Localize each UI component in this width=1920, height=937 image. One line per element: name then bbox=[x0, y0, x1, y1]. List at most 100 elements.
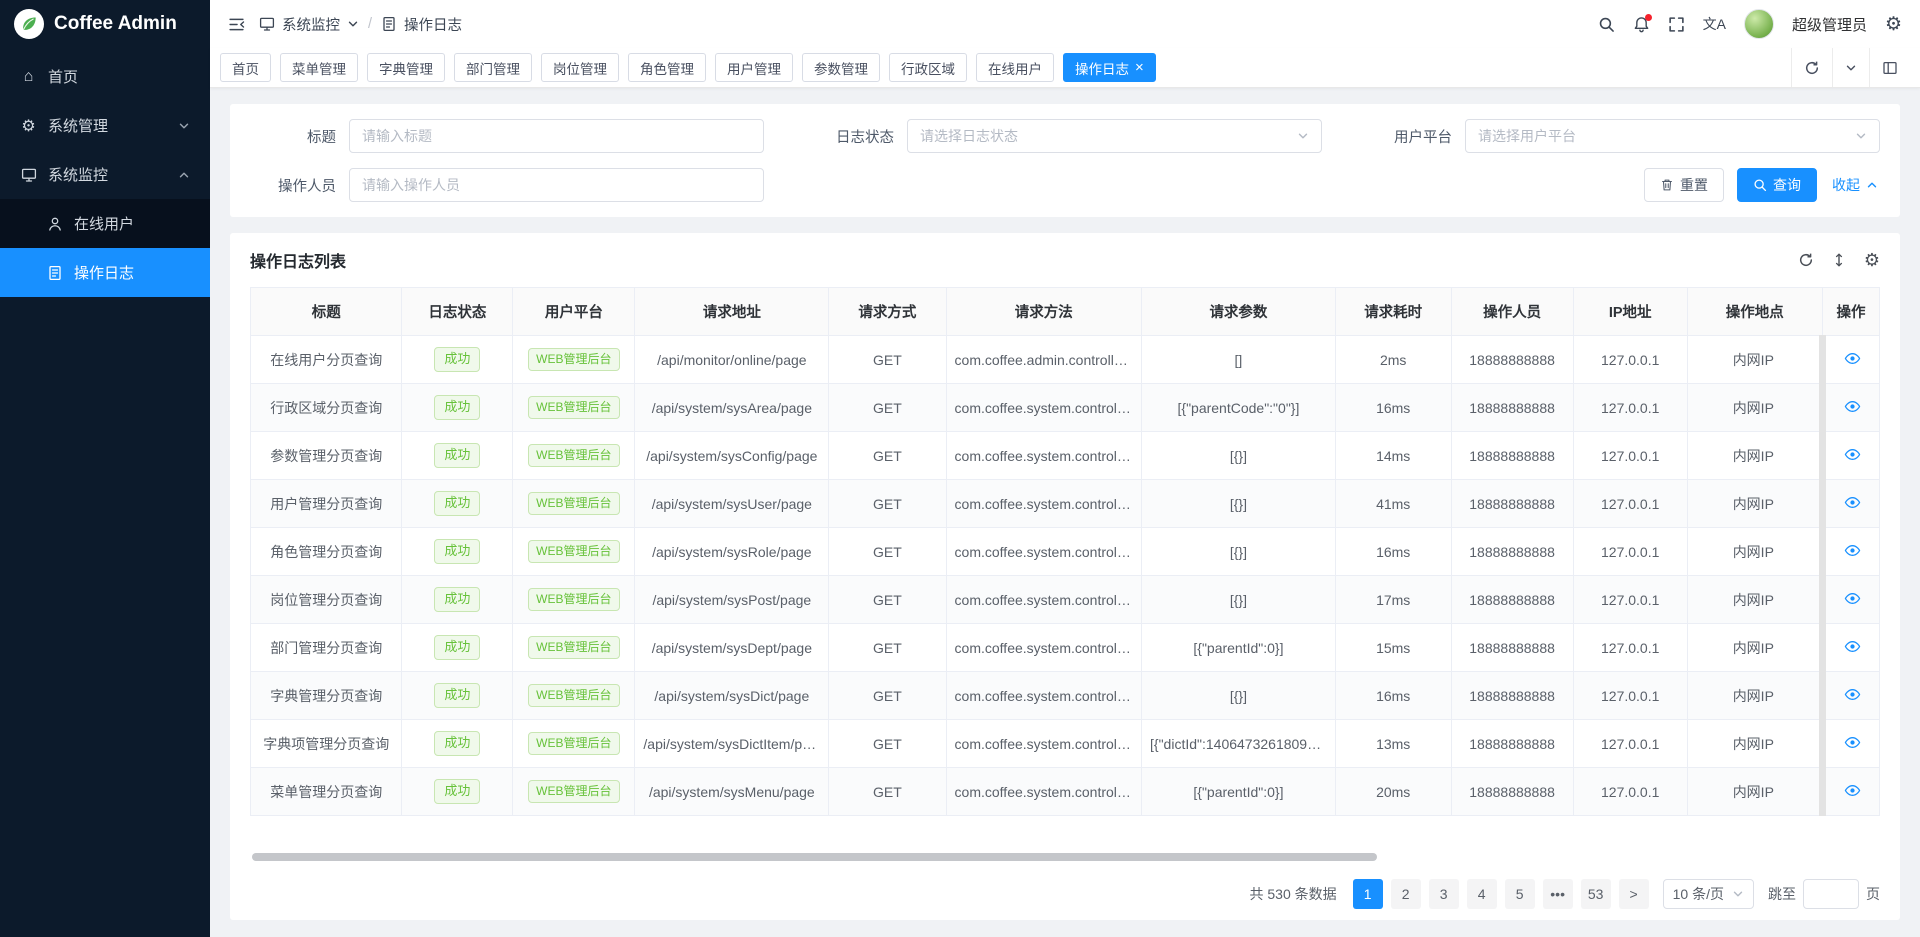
view-detail-icon[interactable] bbox=[1844, 350, 1861, 367]
operator-input[interactable] bbox=[362, 177, 751, 193]
cell-operator: 18888888888 bbox=[1451, 432, 1573, 480]
tab-4[interactable]: 部门管理 bbox=[454, 53, 532, 82]
cell-handler: com.coffee.system.controlle... bbox=[946, 672, 1141, 720]
cell-operator: 18888888888 bbox=[1451, 672, 1573, 720]
cell-title: 行政区域分页查询 bbox=[251, 384, 402, 432]
table-density-icon[interactable] bbox=[1831, 252, 1847, 268]
sidebar-item-operation-log[interactable]: 操作日志 bbox=[0, 248, 210, 297]
page-button-4[interactable]: 4 bbox=[1467, 879, 1497, 909]
tab-10[interactable]: 在线用户 bbox=[976, 53, 1054, 82]
breadcrumb: 系统监控 / 操作日志 bbox=[259, 14, 462, 35]
cell-method: GET bbox=[829, 432, 946, 480]
pagination-jump: 跳至 页 bbox=[1768, 879, 1880, 909]
view-detail-icon[interactable] bbox=[1844, 542, 1861, 559]
status-badge: 成功 bbox=[434, 635, 480, 660]
cell-status: 成功 bbox=[402, 336, 513, 384]
tab-8[interactable]: 参数管理 bbox=[802, 53, 880, 82]
platform-select-placeholder: 请选择用户平台 bbox=[1478, 126, 1576, 146]
page-button-53[interactable]: 53 bbox=[1581, 879, 1611, 909]
platform-select[interactable]: 请选择用户平台 bbox=[1465, 119, 1880, 153]
sidebar-item-system-monitor[interactable]: 系统监控 bbox=[0, 150, 210, 199]
view-detail-icon[interactable] bbox=[1844, 446, 1861, 463]
settings-gear-icon[interactable]: ⚙ bbox=[1885, 15, 1902, 34]
chevron-down-icon[interactable] bbox=[347, 18, 359, 30]
cell-params: [{"parentId":0}] bbox=[1142, 768, 1336, 816]
platform-badge: WEB管理后台 bbox=[528, 684, 619, 708]
cell-params: [{}] bbox=[1142, 672, 1336, 720]
cell-status: 成功 bbox=[402, 624, 513, 672]
app-logo: Coffee Admin bbox=[0, 0, 210, 48]
pagination-more-button[interactable]: ••• bbox=[1543, 879, 1573, 909]
cell-platform: WEB管理后台 bbox=[513, 480, 635, 528]
cell-status: 成功 bbox=[402, 672, 513, 720]
table-settings-icon[interactable]: ⚙ bbox=[1864, 250, 1880, 271]
search-button[interactable]: 查询 bbox=[1737, 168, 1817, 202]
sidebar-item-system-management[interactable]: ⚙ 系统管理 bbox=[0, 101, 210, 150]
avatar[interactable] bbox=[1744, 9, 1774, 39]
collapse-button[interactable]: 收起 bbox=[1830, 168, 1880, 202]
cell-handler: com.coffee.system.controlle... bbox=[946, 528, 1141, 576]
page-button-2[interactable]: 2 bbox=[1391, 879, 1421, 909]
horizontal-scrollbar-thumb[interactable] bbox=[252, 853, 1377, 861]
jump-page-input[interactable] bbox=[1803, 879, 1859, 909]
search-icon[interactable] bbox=[1598, 16, 1615, 33]
cell-method: GET bbox=[829, 672, 946, 720]
tab-7[interactable]: 用户管理 bbox=[715, 53, 793, 82]
view-detail-icon[interactable] bbox=[1844, 590, 1861, 607]
view-detail-icon[interactable] bbox=[1844, 398, 1861, 415]
document-icon bbox=[381, 16, 397, 32]
tab-3[interactable]: 字典管理 bbox=[367, 53, 445, 82]
column-header: 操作 bbox=[1822, 288, 1879, 336]
filter-panel: 标题 日志状态 请选择日志状态 用户平台 请选择用户平台 bbox=[230, 104, 1900, 217]
tab-label: 用户管理 bbox=[727, 58, 781, 78]
title-input[interactable] bbox=[362, 128, 751, 144]
view-detail-icon[interactable] bbox=[1844, 638, 1861, 655]
menu-fold-icon[interactable] bbox=[228, 16, 245, 33]
filter-status-field: 日志状态 请选择日志状态 bbox=[808, 119, 1322, 153]
tab-close-icon[interactable]: × bbox=[1135, 60, 1144, 75]
cell-location: 内网IP bbox=[1687, 576, 1822, 624]
tabs-dropdown-icon[interactable] bbox=[1832, 48, 1869, 87]
page-size-select[interactable]: 10 条/页 bbox=[1663, 879, 1754, 909]
notification-bell-icon[interactable] bbox=[1633, 16, 1650, 33]
tab-6[interactable]: 角色管理 bbox=[628, 53, 706, 82]
cell-handler: com.coffee.admin.controller... bbox=[946, 336, 1141, 384]
cell-ip: 127.0.0.1 bbox=[1573, 432, 1687, 480]
view-detail-icon[interactable] bbox=[1844, 494, 1861, 511]
tab-2[interactable]: 菜单管理 bbox=[280, 53, 358, 82]
tabs-layout-icon[interactable] bbox=[1869, 48, 1910, 87]
cell-method: GET bbox=[829, 336, 946, 384]
cell-method: GET bbox=[829, 624, 946, 672]
cell-params: [{"dictId":140647326180950... bbox=[1142, 720, 1336, 768]
sidebar-item-home[interactable]: ⌂ 首页 bbox=[0, 52, 210, 101]
status-select[interactable]: 请选择日志状态 bbox=[907, 119, 1322, 153]
column-header: 请求耗时 bbox=[1335, 288, 1451, 336]
search-icon bbox=[1753, 178, 1767, 192]
translate-icon[interactable]: 文A bbox=[1703, 14, 1726, 34]
reset-button[interactable]: 重置 bbox=[1644, 168, 1724, 202]
page-button-3[interactable]: 3 bbox=[1429, 879, 1459, 909]
view-detail-icon[interactable] bbox=[1844, 782, 1861, 799]
breadcrumb-level1[interactable]: 系统监控 bbox=[282, 14, 340, 35]
tabs-refresh-icon[interactable] bbox=[1791, 48, 1832, 87]
tab-5[interactable]: 岗位管理 bbox=[541, 53, 619, 82]
page-button-1[interactable]: 1 bbox=[1353, 879, 1383, 909]
table-refresh-icon[interactable] bbox=[1798, 252, 1814, 268]
filter-platform-field: 用户平台 请选择用户平台 bbox=[1366, 119, 1880, 153]
page-button-5[interactable]: 5 bbox=[1505, 879, 1535, 909]
tab-1[interactable]: 首页 bbox=[220, 53, 271, 82]
tab-11[interactable]: 操作日志× bbox=[1063, 53, 1156, 82]
filter-platform-label: 用户平台 bbox=[1366, 126, 1452, 147]
tab-9[interactable]: 行政区域 bbox=[889, 53, 967, 82]
cell-duration: 16ms bbox=[1335, 672, 1451, 720]
next-page-button[interactable]: > bbox=[1619, 879, 1649, 909]
view-detail-icon[interactable] bbox=[1844, 734, 1861, 751]
username[interactable]: 超级管理员 bbox=[1792, 14, 1867, 35]
tab-label: 岗位管理 bbox=[553, 58, 607, 78]
sidebar-item-online-users[interactable]: 在线用户 bbox=[0, 199, 210, 248]
view-detail-icon[interactable] bbox=[1844, 686, 1861, 703]
cell-params: [{}] bbox=[1142, 432, 1336, 480]
cell-location: 内网IP bbox=[1687, 672, 1822, 720]
cell-platform: WEB管理后台 bbox=[513, 576, 635, 624]
fullscreen-icon[interactable] bbox=[1668, 16, 1685, 33]
